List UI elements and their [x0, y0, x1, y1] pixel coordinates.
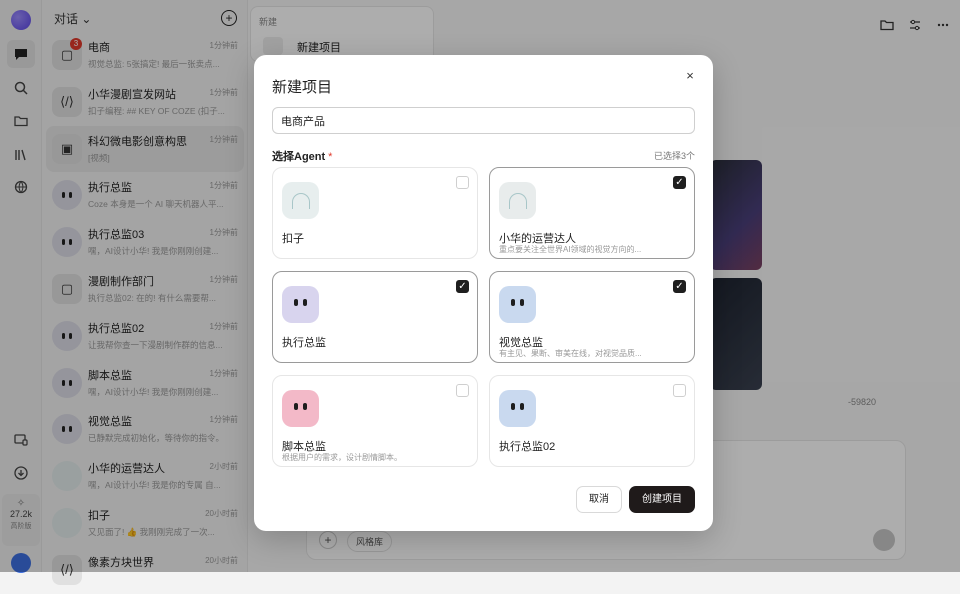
agent-description: 根据用户的需求，设计剧情脚本。: [282, 453, 402, 462]
agent-avatar: [499, 286, 536, 323]
agent-checkbox[interactable]: ✓: [673, 176, 686, 189]
section-label-text: 选择Agent: [272, 151, 326, 163]
agent-name: 执行总监02: [499, 441, 556, 453]
agent-avatar: [499, 390, 536, 427]
agent-card[interactable]: 执行总监02: [489, 375, 695, 467]
project-name-input[interactable]: [272, 107, 695, 134]
agent-card[interactable]: 扣子: [272, 167, 478, 259]
agent-checkbox[interactable]: [456, 384, 469, 397]
agent-card[interactable]: ✓ 小华的运营达人 重点要关注全世界AI领域的视觉方向的...: [489, 167, 695, 259]
new-project-dialog: 新建项目 × 选择Agent* 已选择3个 扣子 ✓小华的运营达人重点要关注全世界…: [254, 55, 713, 531]
agent-card[interactable]: ✓ 视觉总监 有主见、果断、审美在线，对视觉品质...: [489, 271, 695, 363]
agent-checkbox[interactable]: [673, 384, 686, 397]
close-icon[interactable]: ×: [681, 67, 699, 85]
cancel-button[interactable]: 取消: [576, 486, 622, 513]
agent-checkbox[interactable]: ✓: [673, 280, 686, 293]
create-project-button[interactable]: 创建项目: [629, 486, 695, 513]
dialog-title: 新建项目: [272, 79, 333, 96]
agent-description: 有主见、果断、审美在线，对视觉品质...: [499, 349, 642, 358]
agent-avatar: [282, 286, 319, 323]
agent-description: 重点要关注全世界AI领域的视觉方向的...: [499, 245, 642, 254]
agent-card[interactable]: 脚本总监 根据用户的需求，设计剧情脚本。: [272, 375, 478, 467]
agent-section-label: 选择Agent *: [272, 148, 332, 164]
agent-avatar: [282, 182, 319, 219]
agent-checkbox[interactable]: ✓: [456, 280, 469, 293]
agent-avatar: [282, 390, 319, 427]
agent-grid: 扣子 ✓ 小华的运营达人 重点要关注全世界AI领域的视觉方向的... ✓ 执行总监 ✓ 视觉总…: [272, 167, 695, 467]
agent-name: 扣子: [282, 233, 304, 245]
agent-checkbox[interactable]: [456, 176, 469, 189]
agent-avatar: [499, 182, 536, 219]
selected-count: 已选择3个: [653, 151, 695, 161]
required-mark: *: [328, 151, 333, 163]
agent-card[interactable]: ✓ 执行总监: [272, 271, 478, 363]
agent-name: 执行总监: [282, 337, 326, 349]
